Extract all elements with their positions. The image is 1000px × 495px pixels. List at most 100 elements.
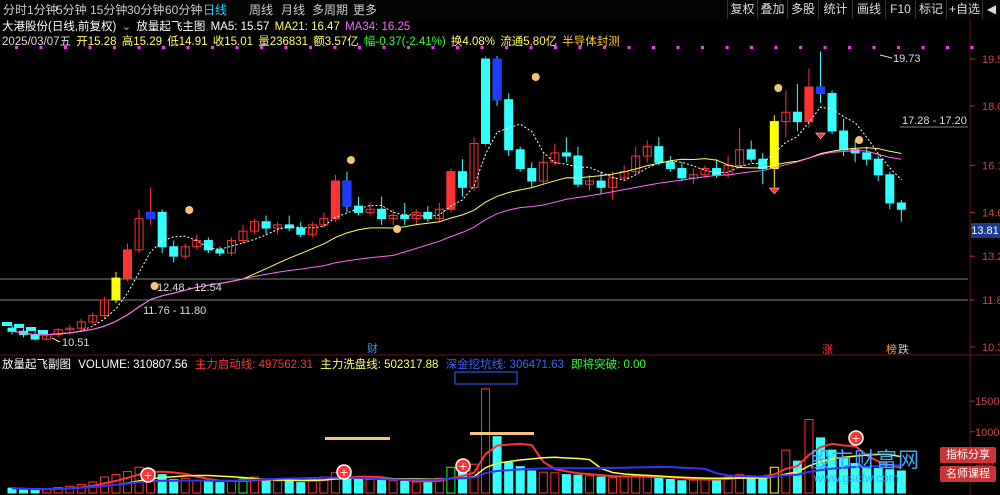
price-label-1: 18.0 — [982, 101, 1000, 113]
volume-bar-1 — [19, 488, 29, 494]
price-label-4: 13.2 — [982, 251, 1000, 263]
price-label-0: 19.5 — [982, 54, 1000, 66]
candle-body-72 — [839, 130, 849, 151]
watermark-url: www.gscfw.com — [814, 471, 899, 485]
top-dot-6 — [162, 46, 165, 49]
volume-bar-31 — [365, 479, 375, 494]
bracket-marker-0 — [325, 437, 390, 440]
candle-body-34 — [400, 214, 410, 220]
volume-bar-22 — [261, 478, 271, 494]
sub-indicator-name[interactable]: 放量起飞副图 — [2, 359, 71, 371]
volume-bar-56 — [654, 477, 664, 494]
top-dot-0 — [15, 46, 18, 49]
top-dot-26 — [652, 46, 655, 49]
candle-body-66 — [769, 121, 779, 170]
sub-wash-line: 主力洗盘线: 502317.88 — [320, 359, 439, 371]
volume-label-0: 1500 — [975, 396, 999, 408]
top-dot-1 — [39, 46, 43, 49]
signal-candle-6 — [492, 58, 502, 101]
candle-body-68 — [792, 111, 802, 123]
signal-candle-8 — [816, 86, 825, 94]
top-dot-34 — [848, 46, 851, 49]
top-dot-12 — [309, 46, 312, 49]
top-dot-5 — [137, 46, 141, 49]
candle-body-74 — [862, 152, 872, 160]
top-dot-10 — [260, 46, 263, 49]
low-price-pointer — [51, 337, 61, 343]
candle-body-9 — [111, 277, 121, 301]
band-low-label: 11.76 - 11.80 — [143, 305, 206, 317]
candle-body-51 — [596, 180, 606, 188]
volume-bar-25 — [296, 482, 306, 494]
gem-marker-icon-0 — [814, 132, 827, 140]
early-candle-0 — [2, 322, 12, 326]
price-label-3: 14.6 — [982, 207, 1000, 219]
volume-bar-2 — [30, 489, 40, 494]
early-candle-3 — [38, 330, 48, 334]
kline-chart-svg[interactable]: 19.5 18.0 16.1 14.6 13.2 11.8 10.3 13.81 19.73 10… — [0, 0, 1000, 495]
signal-candle-0 — [123, 249, 132, 279]
volume-bar-57 — [665, 479, 675, 494]
volume-bar-39 — [457, 470, 467, 494]
top-dot-15 — [382, 46, 386, 49]
signal-candle-7 — [804, 86, 814, 123]
top-dot-38 — [946, 46, 949, 49]
volume-bar-58 — [677, 480, 687, 494]
candle-body-75 — [873, 158, 883, 176]
candle-body-48 — [561, 152, 571, 157]
top-dot-21 — [529, 46, 533, 49]
ma5-line — [11, 106, 902, 336]
volume-bar-46 — [538, 471, 548, 494]
candle-body-36 — [423, 211, 433, 220]
plus-badge-glyph-2: + — [458, 460, 467, 473]
volume-label-1: 1000 — [975, 427, 999, 439]
candle-body-39 — [457, 171, 467, 188]
top-dot-28 — [701, 46, 704, 49]
candle-body-25 — [296, 227, 306, 235]
signal-candle-3 — [146, 211, 156, 220]
top-dot-7 — [186, 46, 190, 49]
candle-body-32 — [377, 208, 387, 220]
top-dot-27 — [676, 46, 680, 49]
volume-bar-59 — [688, 479, 698, 494]
candle-body-30 — [354, 205, 363, 213]
hand-marker-icon-2 — [531, 73, 540, 81]
marker-cai-label: 财 — [367, 341, 378, 355]
top-dot-23 — [578, 46, 582, 49]
volume-bar-34 — [400, 480, 410, 494]
candle-body-45 — [527, 168, 537, 182]
top-dot-14 — [358, 46, 361, 49]
watermark-tag-course: 名师课程 — [940, 466, 996, 482]
top-dot-29 — [725, 46, 729, 49]
volume-bar-24 — [284, 480, 294, 494]
top-dot-4 — [113, 46, 116, 49]
volume-bar-53 — [619, 475, 629, 494]
candle-body-64 — [746, 149, 756, 160]
sub-pit-line: 深金挖坑线: 306471.63 — [445, 359, 564, 371]
marker-die-label: 跌 — [898, 342, 909, 356]
top-dot-3 — [88, 46, 92, 49]
hand-marker-icon-1 — [346, 156, 355, 164]
volume-bar-44 — [515, 466, 525, 494]
volume-bar-50 — [585, 475, 594, 494]
volume-bar-16 — [192, 480, 202, 494]
watermark-logo: 股市财富网 www.gscfw.com 指标分享 名师课程 — [800, 444, 1000, 495]
top-dot-16 — [407, 46, 410, 49]
volume-bar-17 — [203, 481, 213, 494]
band-upper-label: 17.28 - 17.20 — [902, 115, 967, 127]
volume-bar-61 — [712, 477, 722, 494]
top-dot-31 — [774, 46, 778, 49]
price-label-5: 11.8 — [982, 295, 1000, 307]
volume-bar-66 — [769, 466, 779, 494]
top-dot-19 — [480, 46, 484, 49]
volume-bar-45 — [527, 470, 537, 494]
candle-body-57 — [665, 161, 675, 170]
top-dot-9 — [235, 46, 239, 49]
volume-bar-48 — [561, 474, 571, 494]
hand-marker-icon-4 — [393, 225, 402, 233]
volume-bar-43 — [504, 461, 514, 494]
price-label-6: 10.3 — [982, 342, 1000, 354]
sub-volume-value: VOLUME: 310807.56 — [78, 359, 188, 371]
top-dot-25 — [627, 46, 631, 49]
volume-bar-65 — [758, 475, 768, 494]
